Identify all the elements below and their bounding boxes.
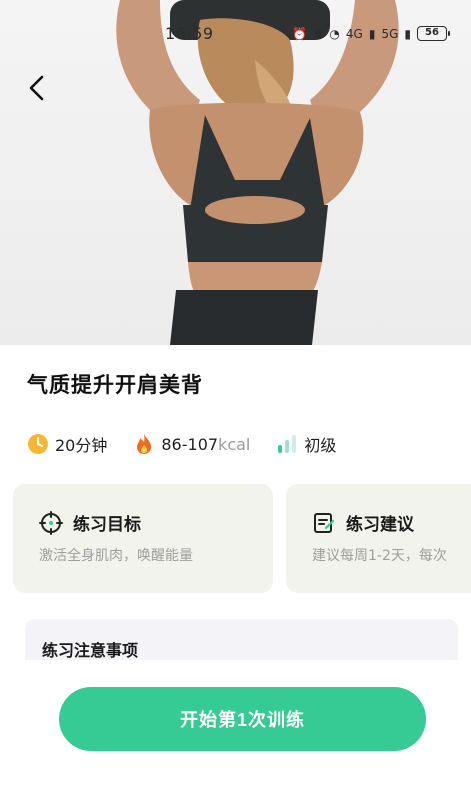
note-icon: [314, 512, 335, 533]
fire-icon: [137, 434, 152, 454]
bluetooth-icon: ✱: [313, 26, 324, 41]
duration-text: 20分钟: [55, 436, 108, 455]
status-icons: ⏰ ✱ ◔ 4G ▮ 5G ▮ 56: [292, 26, 450, 41]
status-bar: 16:59 ⏰ ✱ ◔ 4G ▮ 5G ▮ 56: [0, 24, 471, 46]
target-icon: [39, 510, 63, 535]
hero-image: [0, 0, 471, 345]
notes-title: 练习注意事项: [42, 641, 139, 660]
card-goal[interactable]: 练习目标 激活全身肌肉，唤醒能量: [13, 484, 273, 593]
calories-info: 86-107 kcal: [133, 433, 250, 455]
duration-info: 20分钟: [27, 432, 107, 456]
status-time: 16:59: [165, 24, 214, 43]
card-advice-header: 练习建议: [312, 510, 471, 535]
workout-meta: 20分钟 86-107 kcal 初级: [27, 431, 362, 457]
back-button[interactable]: [22, 72, 54, 104]
card-advice-desc: 建议每周1-2天，每次: [312, 548, 447, 564]
wifi-icon: ◔: [329, 26, 340, 41]
level-bars-icon: [278, 435, 297, 453]
card-goal-header: 练习目标: [39, 510, 273, 535]
signal-4g-label: 4G: [345, 26, 363, 41]
card-goal-title: 练习目标: [73, 515, 141, 535]
card-advice-title: 练习建议: [346, 515, 414, 535]
start-training-button[interactable]: 开始第1次训练: [59, 687, 426, 751]
calories-unit: kcal: [218, 434, 251, 454]
signal-icon-2: ▮: [404, 26, 411, 41]
signal-5g-label: 5G: [381, 26, 399, 41]
card-goal-desc: 激活全身肌肉，唤醒能量: [39, 548, 193, 564]
signal-icon: ▮: [368, 26, 376, 41]
calories-value: 86-107: [161, 434, 219, 454]
alarm-icon: ⏰: [292, 26, 308, 41]
clock-icon: [28, 434, 48, 454]
workout-title: 气质提升开肩美背: [27, 373, 203, 397]
battery-indicator: 56: [417, 26, 450, 41]
level-info: 初级: [276, 432, 336, 456]
card-advice[interactable]: 练习建议 建议每周1-2天，每次: [286, 484, 471, 593]
info-cards[interactable]: 练习目标 激活全身肌肉，唤醒能量 练习建议 建议每周1-2天，每次: [13, 484, 471, 593]
woman-back-illustration: [116, 0, 399, 345]
chevron-left-icon: [29, 75, 44, 101]
level-text: 初级: [304, 436, 337, 455]
